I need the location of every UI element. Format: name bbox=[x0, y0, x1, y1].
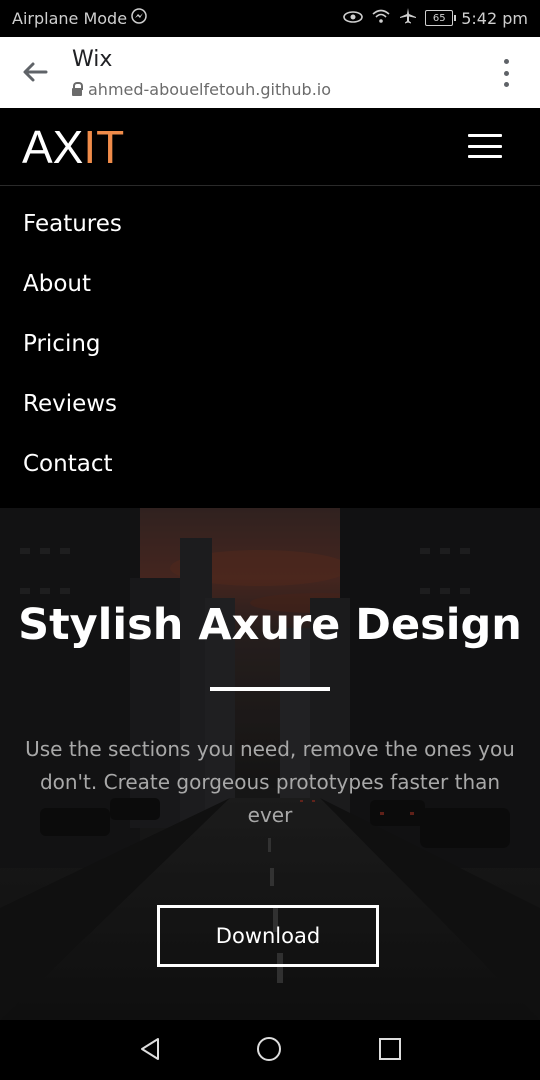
url-text: ahmed-abouelfetouh.github.io bbox=[88, 80, 332, 99]
download-button[interactable]: Download bbox=[157, 905, 379, 967]
hero-divider bbox=[210, 687, 330, 691]
battery-icon: 65 bbox=[425, 10, 457, 26]
back-arrow-icon[interactable] bbox=[20, 57, 50, 87]
logo-text-accent: IT bbox=[83, 121, 125, 173]
logo-text-white: AX bbox=[22, 121, 84, 173]
menu-item-contact[interactable]: Contact bbox=[23, 451, 112, 477]
nav-recents-icon[interactable] bbox=[379, 1038, 401, 1060]
eye-icon bbox=[343, 9, 364, 28]
status-right: 65 5:42 pm bbox=[343, 8, 528, 28]
status-bar: Airplane Mode 65 5:42 pm bbox=[0, 0, 540, 37]
hamburger-menu-icon[interactable] bbox=[468, 134, 502, 158]
more-options-icon[interactable] bbox=[504, 59, 510, 87]
browser-page-title: Wix bbox=[72, 47, 113, 72]
nav-home-icon[interactable] bbox=[257, 1037, 281, 1061]
status-time: 5:42 pm bbox=[461, 8, 528, 28]
browser-toolbar: Wix ahmed-abouelfetouh.github.io bbox=[0, 37, 540, 108]
hero-section: Stylish Axure Design Use the sections yo… bbox=[0, 508, 540, 1020]
wifi-icon bbox=[371, 8, 391, 28]
lock-icon bbox=[72, 81, 83, 96]
menu-item-features[interactable]: Features bbox=[23, 211, 122, 237]
messenger-icon bbox=[131, 8, 147, 28]
site-logo[interactable]: AXIT bbox=[22, 120, 124, 174]
airplane-icon bbox=[399, 8, 417, 28]
hero-title: Stylish Axure Design bbox=[18, 600, 522, 650]
nav-menu: Features About Pricing Reviews Contact bbox=[0, 186, 540, 508]
status-left: Airplane Mode bbox=[12, 8, 147, 28]
airplane-mode-label: Airplane Mode bbox=[12, 8, 128, 28]
system-nav-bar bbox=[0, 1020, 540, 1080]
browser-url[interactable]: ahmed-abouelfetouh.github.io bbox=[72, 80, 331, 99]
nav-back-icon[interactable] bbox=[138, 1037, 162, 1065]
menu-item-about[interactable]: About bbox=[23, 271, 91, 297]
site-header: AXIT bbox=[0, 108, 540, 186]
menu-item-pricing[interactable]: Pricing bbox=[23, 331, 101, 357]
menu-item-reviews[interactable]: Reviews bbox=[23, 391, 117, 417]
hero-subtitle: Use the sections you need, remove the on… bbox=[25, 737, 515, 827]
